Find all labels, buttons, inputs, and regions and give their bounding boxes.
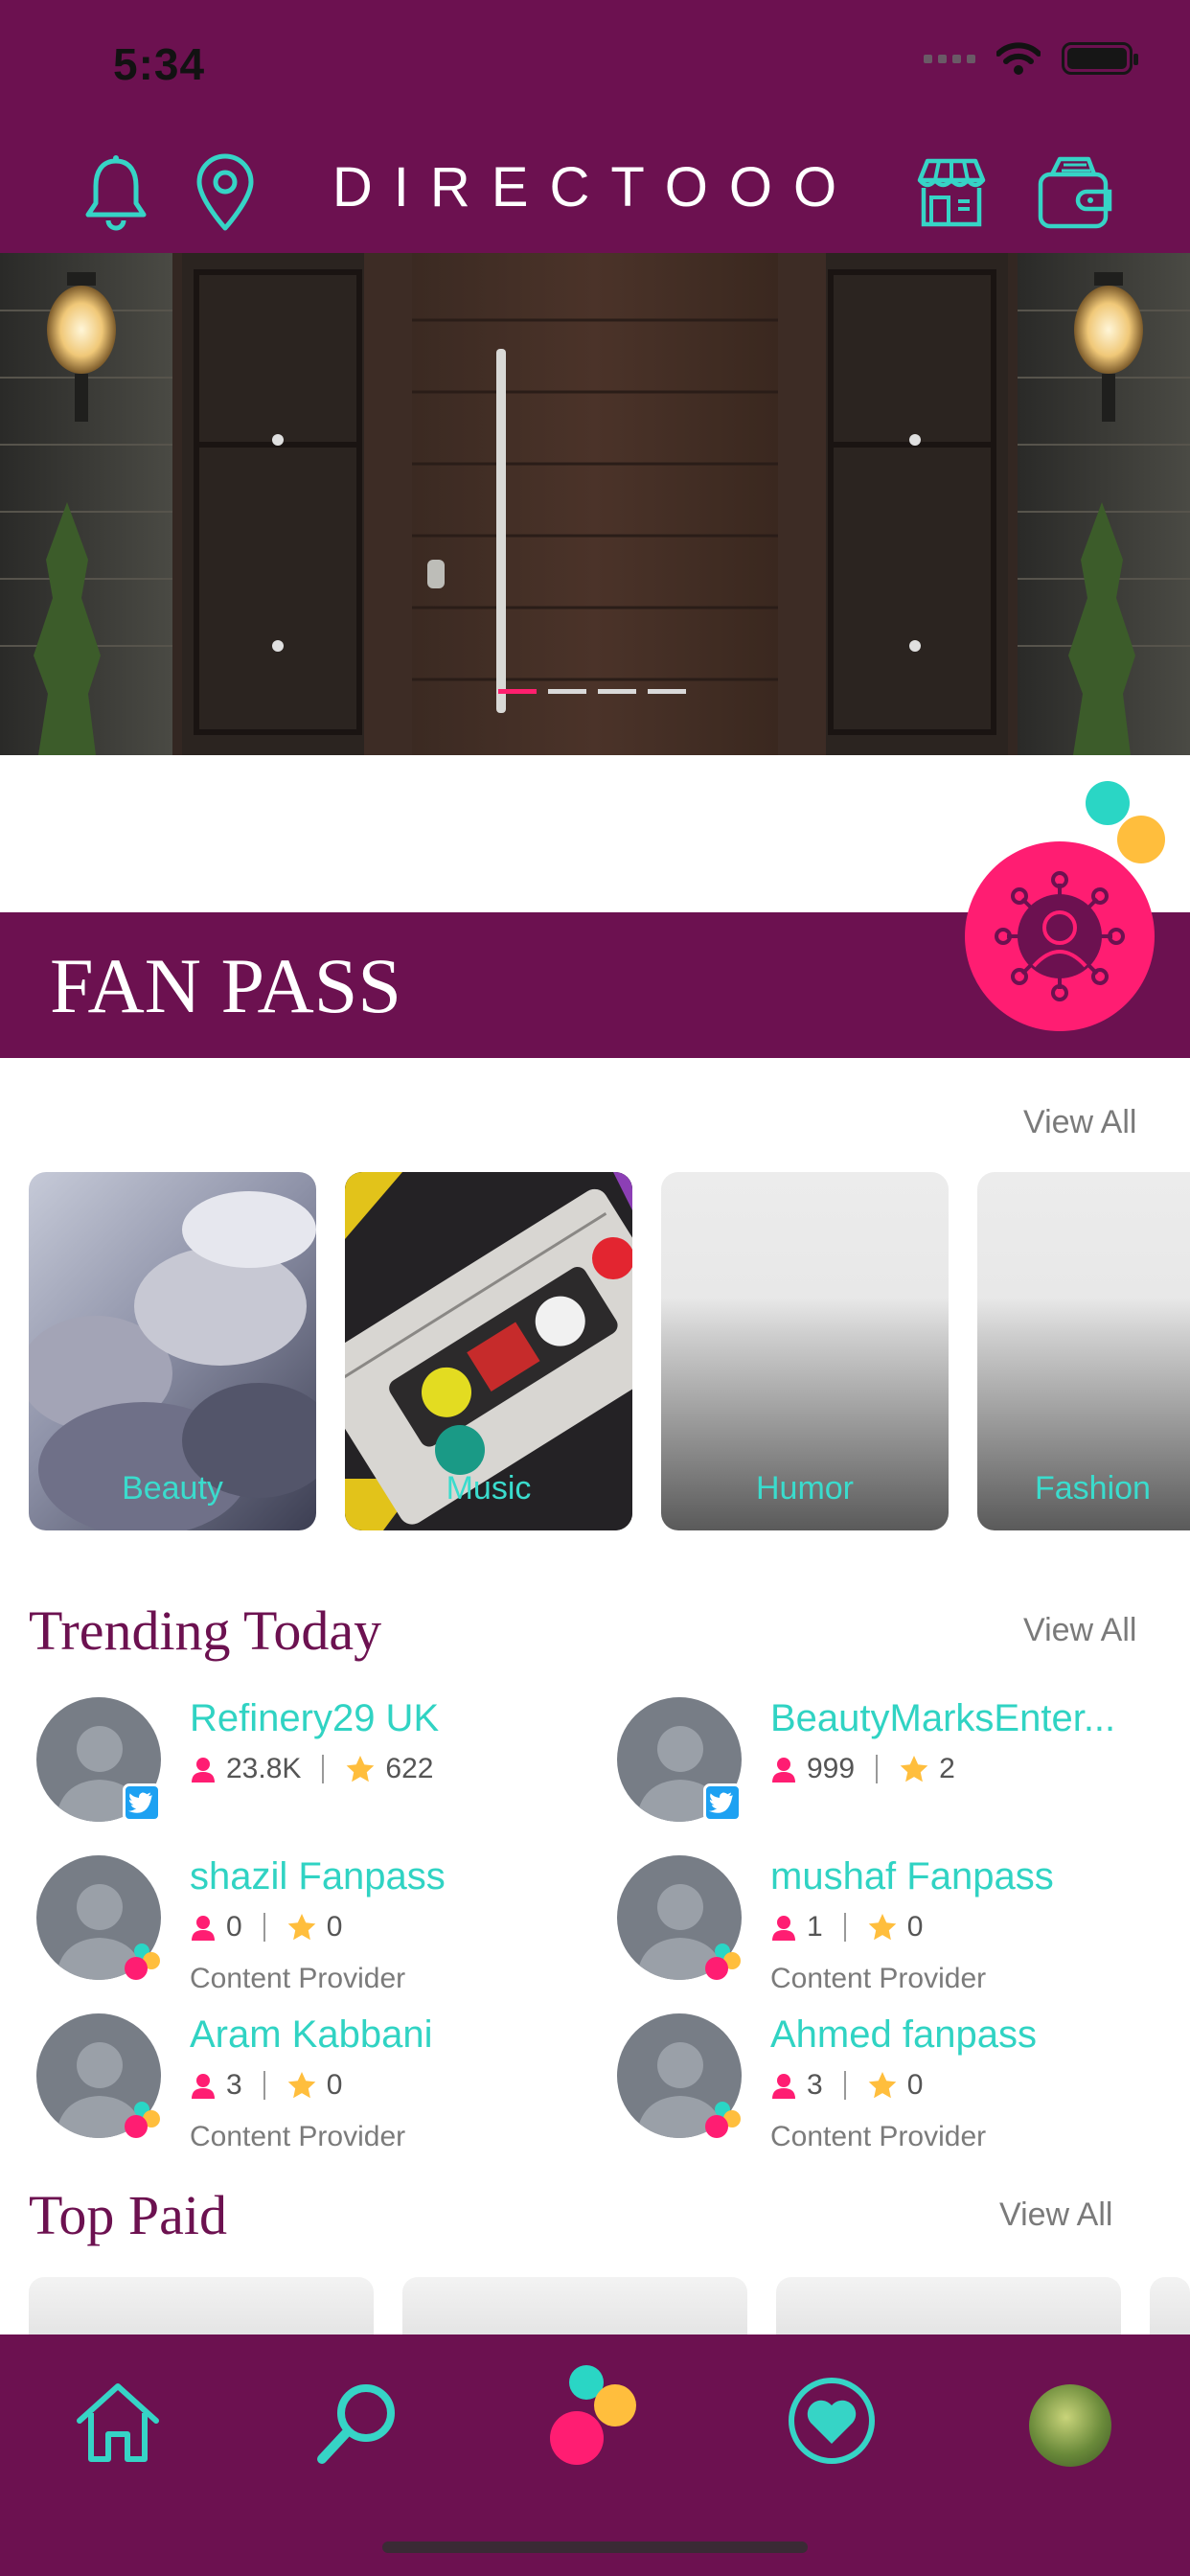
bottom-tab-bar (0, 2334, 1190, 2576)
twitter-icon (123, 1783, 161, 1822)
stats-divider (263, 1913, 265, 1942)
hero-door-image (0, 253, 1190, 755)
followers-count: 999 (807, 1753, 856, 1784)
followers-count: 3 (807, 2069, 823, 2101)
followers-icon (190, 1756, 226, 1782)
trending-role: Content Provider (190, 2121, 406, 2152)
trending-name[interactable]: mushaf Fanpass (770, 1855, 1054, 1898)
hero-carousel[interactable] (0, 253, 1190, 755)
carousel-dot[interactable] (548, 689, 586, 694)
trending-role: Content Provider (770, 2121, 987, 2152)
followers-icon (770, 2072, 807, 2099)
fan-pass-title: FAN PASS (50, 942, 401, 1029)
fanpass-logo-icon[interactable] (542, 2363, 648, 2469)
trending-item[interactable]: Ahmed fanpass 3 0 Content Provider (617, 2013, 1190, 2167)
stats-divider (322, 1755, 325, 1783)
trending-name[interactable]: Ahmed fanpass (770, 2013, 1037, 2057)
category-card-humor[interactable]: Humor (661, 1172, 949, 1530)
trending-item[interactable]: mushaf Fanpass 1 0 Content Provider (617, 1855, 1190, 2009)
trending-stats: 999 2 (770, 1753, 955, 1785)
stats-divider (876, 1755, 879, 1783)
fan-pass-network-button[interactable] (965, 841, 1155, 1031)
app-header: 5:34 DIRECTOOO (0, 0, 1190, 253)
category-card-music[interactable]: Music (345, 1172, 632, 1530)
category-label: Fashion (1035, 1470, 1151, 1506)
carousel-dot[interactable] (648, 689, 686, 694)
stars-count: 0 (326, 2069, 343, 2101)
store-icon[interactable] (910, 151, 993, 234)
category-label: Music (446, 1470, 532, 1506)
star-icon (345, 1754, 385, 1784)
trending-name[interactable]: shazil Fanpass (190, 1855, 446, 1898)
carousel-page-indicator[interactable] (498, 689, 686, 694)
stars-count: 0 (906, 2069, 924, 2101)
stars-count: 0 (326, 1911, 343, 1943)
home-icon[interactable] (70, 2375, 166, 2471)
star-icon (867, 2070, 907, 2101)
star-icon (286, 2070, 327, 2101)
followers-count: 23.8K (226, 1753, 302, 1784)
stars-count: 0 (906, 1911, 924, 1943)
followers-count: 1 (807, 1911, 823, 1943)
trending-name[interactable]: Aram Kabbani (190, 2013, 432, 2057)
wifi-icon (996, 42, 1041, 75)
fanpass-badge-icon (701, 1940, 744, 1982)
status-time: 5:34 (113, 39, 206, 89)
star-icon (286, 1912, 327, 1943)
star-icon (899, 1754, 939, 1784)
followers-icon (770, 1756, 807, 1782)
fan-network-icon (995, 871, 1125, 1001)
battery-icon (1062, 42, 1138, 75)
category-card-beauty[interactable]: Beauty (29, 1172, 316, 1530)
trending-stats: 30 (190, 2069, 342, 2102)
star-icon (867, 1912, 907, 1943)
trending-item[interactable]: shazil Fanpass 0 0 Content Provider (36, 1855, 611, 2009)
profile-avatar[interactable] (1029, 2384, 1111, 2467)
trending-role: Content Provider (190, 1963, 406, 1994)
trending-name[interactable]: BeautyMarksEnter... (770, 1697, 1115, 1740)
followers-icon (770, 1914, 807, 1941)
trending-stats: 30 (770, 2069, 923, 2102)
top-paid-view-all-link[interactable]: View All (999, 2196, 1112, 2234)
trending-name[interactable]: Refinery29 UK (190, 1697, 439, 1740)
trending-role: Content Provider (770, 1963, 987, 1994)
category-label: Beauty (122, 1470, 223, 1506)
trending-item[interactable]: BeautyMarksEnter... 999 2 (617, 1697, 1190, 1851)
followers-icon (190, 2072, 226, 2099)
top-paid-title: Top Paid (29, 2184, 227, 2246)
home-indicator (382, 2542, 808, 2553)
carousel-dot[interactable] (598, 689, 636, 694)
trending-item[interactable]: Aram Kabbani 3 0 Content Provider (36, 2013, 611, 2167)
category-label: Humor (755, 1470, 855, 1506)
categories-view-all-link[interactable]: View All (1023, 1104, 1136, 1141)
stats-divider (843, 2071, 846, 2100)
trending-today-title: Trending Today (29, 1599, 382, 1662)
trending-stats: 00 (190, 1911, 342, 1944)
followers-count: 3 (226, 2069, 242, 2101)
stats-divider (843, 1913, 846, 1942)
carousel-dot-active[interactable] (498, 689, 537, 694)
category-card-fashion[interactable]: Fashion (977, 1172, 1190, 1530)
trending-item[interactable]: Refinery29 UK 23.8K 622 (36, 1697, 611, 1851)
wallet-icon[interactable] (1033, 151, 1115, 234)
trending-stats: 23.8K 622 (190, 1753, 433, 1785)
search-icon[interactable] (309, 2375, 404, 2471)
trending-view-all-link[interactable]: View All (1023, 1612, 1136, 1649)
brand-title: DIRECTOOO (332, 156, 858, 218)
cellular-signal-icon (924, 54, 975, 63)
heart-icon[interactable] (786, 2375, 881, 2471)
status-indicators (924, 42, 1138, 75)
fanpass-badge-icon (701, 2098, 744, 2140)
twitter-icon (703, 1783, 742, 1822)
trending-stats: 10 (770, 1911, 923, 1944)
stars-count: 2 (939, 1753, 955, 1784)
decor-teal-dot (1086, 781, 1130, 825)
followers-count: 0 (226, 1911, 242, 1943)
fanpass-badge-icon (121, 1940, 163, 1982)
stats-divider (263, 2071, 265, 2100)
followers-icon (190, 1914, 226, 1941)
fanpass-badge-icon (121, 2098, 163, 2140)
stars-count: 622 (385, 1753, 434, 1784)
